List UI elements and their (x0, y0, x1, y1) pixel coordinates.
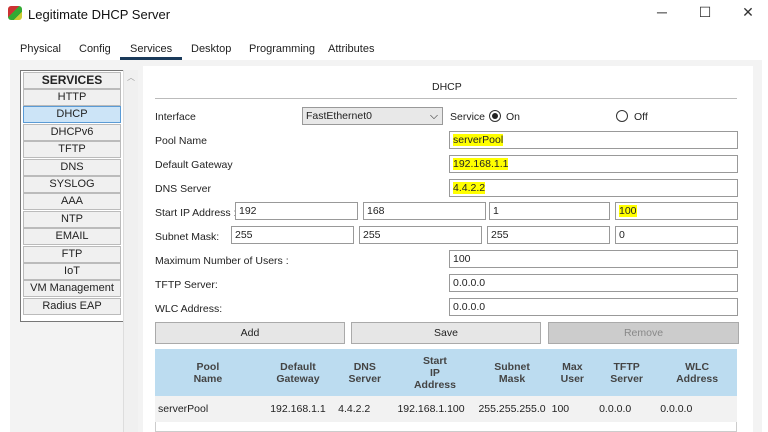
max-users-input[interactable]: 100 (449, 250, 738, 268)
max-users-label: Maximum Number of Users : (155, 255, 289, 267)
off-label: Off (634, 111, 648, 123)
tab-services[interactable]: Services (120, 43, 183, 60)
service-label: Service (450, 111, 486, 123)
divider (155, 98, 737, 99)
service-off-radio[interactable] (616, 110, 628, 122)
sidebar-item-ntp[interactable]: NTP (23, 210, 121, 228)
subnet-octet-2[interactable]: 255 (359, 226, 482, 244)
column-header[interactable]: TFTP Server (596, 349, 658, 396)
tftp-input[interactable]: 0.0.0.0 (449, 274, 738, 292)
tab-desktop[interactable]: Desktop (191, 43, 231, 55)
table-cell: 4.4.2.2 (335, 396, 395, 422)
sidebar-item-dns[interactable]: DNS (23, 158, 121, 176)
sidebar-item-iot[interactable]: IoT (23, 263, 121, 280)
column-header[interactable]: Default Gateway (260, 349, 336, 396)
wlc-input[interactable]: 0.0.0.0 (449, 298, 738, 316)
sidebar-item-dhcp[interactable]: DHCP (23, 106, 121, 124)
sidebar-item-syslog[interactable]: SYSLOG (23, 176, 121, 193)
subnet-octet-4[interactable]: 0 (615, 226, 738, 244)
start-ip-octet-4-value: 100 (619, 205, 637, 217)
column-header[interactable]: DNS Server (335, 349, 395, 396)
tab-attributes[interactable]: Attributes (328, 43, 374, 55)
dns-value: 4.4.2.2 (453, 182, 486, 194)
gateway-input[interactable]: 192.168.1.1 (449, 155, 738, 173)
pool-name-label: Pool Name (155, 135, 207, 147)
app-icon (8, 6, 22, 20)
sidebar-item-tftp[interactable]: TFTP (23, 141, 121, 159)
start-ip-octet-1[interactable]: 192 (235, 202, 358, 220)
table-cell: 192.168.1.1 (260, 396, 336, 422)
wlc-label: WLC Address: (155, 303, 223, 315)
tab-programming[interactable]: Programming (249, 43, 315, 55)
table-cell: 255.255.255.0 (475, 396, 549, 422)
table-cell: 0.0.0.0 (657, 396, 737, 422)
sidebar-item-radius-eap[interactable]: Radius EAP (23, 297, 121, 315)
column-header[interactable]: Subnet Mask (475, 349, 549, 396)
scroll-up-icon[interactable]: ︿ (127, 72, 135, 83)
tab-config[interactable]: Config (79, 43, 111, 55)
gateway-value: 192.168.1.1 (453, 158, 509, 170)
pool-name-input[interactable]: serverPool (449, 131, 738, 149)
subnet-label: Subnet Mask: (155, 231, 220, 243)
column-header[interactable]: Pool Name (155, 349, 261, 396)
sidebar-item-aaa[interactable]: AAA (23, 193, 121, 211)
window-title: Legitimate DHCP Server (28, 7, 171, 22)
table-cell: 100 (548, 396, 597, 422)
remove-button[interactable]: Remove (548, 322, 739, 344)
sidebar-item-ftp[interactable]: FTP (23, 245, 121, 263)
column-header[interactable]: WLC Address (657, 349, 737, 396)
chevron-down-icon: ⌵ (430, 110, 438, 122)
interface-select[interactable]: FastEthernet0 ⌵ (302, 107, 443, 125)
start-ip-octet-4[interactable]: 100 (615, 202, 738, 220)
add-button[interactable]: Add (155, 322, 345, 344)
dns-input[interactable]: 4.4.2.2 (449, 179, 738, 197)
section-heading: DHCP (432, 81, 462, 93)
start-ip-label: Start IP Address : (155, 207, 237, 219)
gateway-label: Default Gateway (155, 159, 233, 171)
subnet-octet-3[interactable]: 255 (487, 226, 610, 244)
sidebar-item-vm-management[interactable]: VM Management (23, 280, 121, 298)
tab-physical[interactable]: Physical (20, 43, 61, 55)
column-header[interactable]: Start IP Address (394, 349, 476, 396)
table-row[interactable]: serverPool 192.168.1.1 4.4.2.2 192.168.1.10… (155, 396, 737, 422)
sidebar-scrollbar[interactable]: ︿ (123, 70, 138, 432)
sidebar-header: SERVICES (23, 72, 121, 89)
table-cell: 192.168.1.100 (394, 396, 476, 422)
pool-name-value: serverPool (453, 134, 504, 146)
services-sidebar: SERVICES HTTP DHCP DHCPv6 TFTP DNS SYSLOG AAA N… (20, 70, 124, 322)
pool-table: Pool Name Default Gateway DNS Server Start … (155, 349, 737, 422)
sidebar-item-http[interactable]: HTTP (23, 89, 121, 106)
start-ip-octet-3[interactable]: 1 (489, 202, 610, 220)
save-button[interactable]: Save (351, 322, 541, 344)
close-button[interactable]: ✕ (738, 4, 758, 21)
minimize-button[interactable]: ─ (652, 4, 672, 20)
on-label: On (506, 111, 521, 123)
tftp-label: TFTP Server: (155, 279, 218, 291)
start-ip-octet-2[interactable]: 168 (363, 202, 486, 220)
sidebar-item-dhcpv6[interactable]: DHCPv6 (23, 123, 121, 141)
sidebar-item-email[interactable]: EMAIL (23, 228, 121, 246)
dns-label: DNS Server (155, 183, 212, 195)
interface-label: Interface (155, 111, 196, 123)
interface-value: FastEthernet0 (306, 110, 372, 122)
subnet-octet-1[interactable]: 255 (231, 226, 354, 244)
maximize-button[interactable]: ☐ (695, 4, 715, 21)
tab-bar: Physical Config Services Desktop Program… (10, 38, 382, 60)
table-cell: serverPool (155, 396, 261, 422)
table-cell: 0.0.0.0 (596, 396, 658, 422)
column-header[interactable]: Max User (548, 349, 597, 396)
service-on-radio[interactable] (489, 110, 501, 122)
